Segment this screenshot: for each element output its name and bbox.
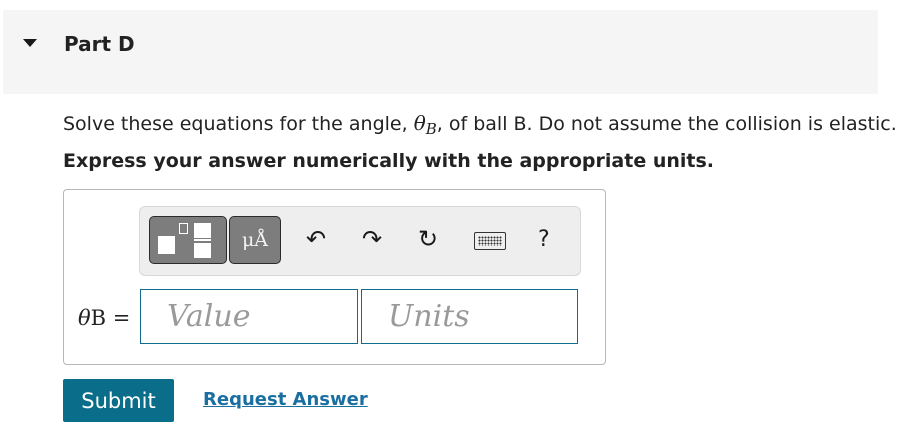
undo-icon[interactable]: ↶ (306, 227, 326, 251)
submit-button[interactable]: Submit (63, 379, 174, 422)
question-prefix: Solve these equations for the angle, (63, 113, 414, 135)
value-input[interactable]: Value (140, 289, 358, 344)
keyboard-icon[interactable] (474, 232, 506, 250)
symbols-button[interactable]: μÅ (229, 216, 281, 264)
redo-icon[interactable]: ↷ (362, 227, 382, 251)
part-title: Part D (64, 32, 135, 56)
request-answer-link[interactable]: Request Answer (203, 389, 368, 410)
theta-symbol: θB (413, 111, 437, 138)
question-text: Solve these equations for the angle, θB,… (63, 111, 897, 138)
math-toolbar: μÅ ↶ ↷ ↻ ? (139, 206, 581, 276)
reset-icon[interactable]: ↻ (418, 227, 438, 251)
units-input[interactable]: Units (361, 289, 578, 344)
question-suffix: , of ball B. Do not assume the collision… (436, 113, 897, 135)
templates-button[interactable] (149, 216, 227, 264)
collapse-caret-icon[interactable] (23, 39, 37, 47)
help-button[interactable]: ? (538, 228, 550, 252)
theta-b-label: θB = (78, 306, 131, 330)
answer-instruction: Express your answer numerically with the… (63, 150, 714, 172)
